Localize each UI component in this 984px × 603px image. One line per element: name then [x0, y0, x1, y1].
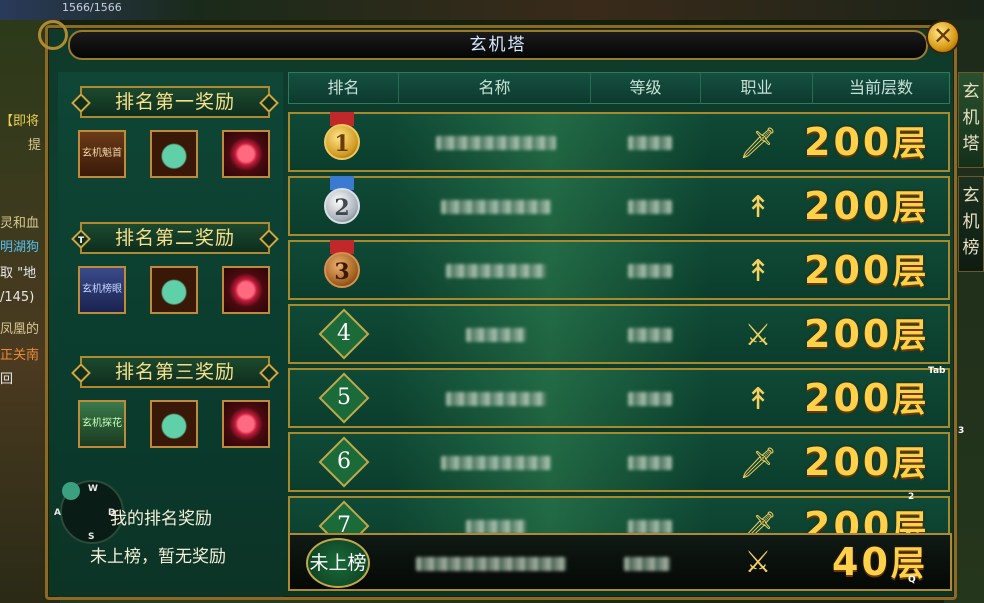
title-badge-icon[interactable]: 玄机榜眼: [78, 266, 126, 314]
hotkey-hint: Q: [908, 575, 916, 585]
reward-bag-icon[interactable]: [150, 400, 198, 448]
crossed-swords-icon: ⚔: [744, 318, 772, 353]
reward-title-first: 排名第一奖励: [80, 86, 270, 118]
floor-value: 200层: [804, 504, 930, 534]
player-level-blurred: [628, 456, 672, 470]
player-level-blurred: [628, 136, 672, 150]
hotkey-hint: T: [78, 236, 85, 246]
quest-line: 凤凰的: [0, 322, 40, 337]
top-hud: [0, 0, 984, 20]
rank-medal-icon: 3: [324, 252, 360, 288]
floor-value: 200层: [804, 120, 930, 164]
my-rank-badge: 未上榜: [306, 538, 370, 588]
player-level-blurred: [628, 328, 672, 342]
blade-icon: 🗡: [738, 126, 778, 161]
player-name-blurred: [466, 520, 526, 534]
window-title: 玄机塔: [68, 30, 928, 60]
player-level-blurred: [628, 392, 672, 406]
tab-xuanji-tower[interactable]: 玄机塔: [958, 72, 984, 168]
hp-readout: 1566/1566: [62, 1, 122, 14]
my-floor: 40层: [832, 540, 928, 584]
reward-bag-icon[interactable]: [150, 266, 198, 314]
rank-number: 4: [337, 321, 351, 346]
title-badge-icon[interactable]: 玄机魁首: [78, 130, 126, 178]
reward-title-second: 排名第二奖励: [80, 222, 270, 254]
floor-value: 200层: [804, 184, 930, 228]
col-name: 名称: [399, 73, 591, 103]
player-name-blurred: [441, 200, 551, 214]
tab-xuanji-ranking[interactable]: 玄机榜: [958, 176, 984, 272]
player-name-blurred: [441, 456, 551, 470]
col-floor: 当前层数: [848, 78, 913, 97]
reward-bag-icon[interactable]: [150, 130, 198, 178]
corner-ornament-icon: [38, 20, 68, 50]
tab-label: 玄机塔: [962, 82, 980, 154]
floor-value: 200层: [804, 440, 930, 484]
reward-panel: 排名第一奖励 玄机魁首 排名第二奖励 T 玄机榜眼 排名第三奖励 玄机探花 W …: [54, 72, 283, 597]
col-rank: 排名: [289, 73, 399, 103]
hotkey-hint: 3: [958, 426, 965, 436]
rank-number: 5: [337, 385, 351, 410]
table-row[interactable]: 1 🗡 200层: [288, 112, 950, 172]
quest-line: 灵和血: [0, 216, 40, 231]
chat-line: 【即将: [0, 114, 40, 129]
table-row[interactable]: 3 ↟ 200层: [288, 240, 950, 300]
xuanji-tower-window: 玄机塔 ✕ M 排名第一奖励 玄机魁首 排名第二奖励 T 玄机榜眼 排名第三奖励…: [38, 20, 960, 600]
red-gem-icon[interactable]: [222, 130, 270, 178]
player-level-blurred: [628, 520, 672, 534]
rank-medal-icon: 1: [324, 124, 360, 160]
table-row[interactable]: 5 ↟ 200层: [288, 368, 950, 428]
spear-icon: ↟: [745, 254, 771, 289]
my-ranking-row[interactable]: 未上榜 ⚔ 40层 Q: [288, 533, 952, 591]
rank-number: 7: [337, 513, 351, 534]
my-reward-status: 未上榜，暂无奖励: [90, 547, 226, 567]
ranking-table: 排名 名称 等级 职业 当前层数 1 🗡 200层 2 ↟ 200层 3 ↟ 200层 4 ⚔ 200…: [288, 72, 952, 534]
player-name-blurred: [466, 328, 526, 342]
player-level-blurred: [628, 200, 672, 214]
title-badge-icon[interactable]: 玄机探花: [78, 400, 126, 448]
floor-value: 200层: [804, 248, 930, 292]
player-name-blurred: [436, 136, 556, 150]
game-screen: 1566/1566 【即将 提 灵和血 明湖狗 取 "地 /145) 凤凰的 正…: [0, 0, 984, 603]
spear-icon: ↟: [745, 382, 771, 417]
floor-value: 200层: [804, 312, 930, 356]
table-row[interactable]: 6 🗡 200层: [288, 432, 950, 492]
floor-value: 200层: [804, 376, 930, 420]
quest-line: 回: [0, 372, 14, 387]
quest-line: 取 "地: [0, 266, 37, 281]
chat-line: 提: [28, 138, 42, 153]
reward-title-third: 排名第三奖励: [80, 356, 270, 388]
hotkey-hint: Tab: [928, 366, 946, 376]
blade-icon: 🗡: [738, 510, 778, 534]
table-row[interactable]: 4 ⚔ 200层: [288, 304, 950, 364]
col-job: 职业: [701, 73, 813, 103]
my-level-blurred: [624, 557, 670, 571]
rank-medal-icon: 2: [324, 188, 360, 224]
tab-label: 玄机榜: [962, 186, 980, 258]
red-gem-icon[interactable]: [222, 400, 270, 448]
red-gem-icon[interactable]: [222, 266, 270, 314]
table-row[interactable]: 7 🗡 200层: [288, 496, 950, 534]
quest-line: 明湖狗: [0, 240, 40, 255]
rank-number: 6: [337, 449, 351, 474]
player-name-blurred: [446, 392, 546, 406]
close-icon[interactable]: ✕: [926, 20, 960, 54]
blade-icon: ⚔: [744, 545, 772, 580]
hotkey-hint: 2: [908, 492, 915, 502]
table-row[interactable]: 2 ↟ 200层: [288, 176, 950, 236]
my-reward-label: 我的排名奖励: [110, 509, 212, 529]
blade-icon: 🗡: [738, 446, 778, 481]
player-name-blurred: [446, 264, 546, 278]
player-level-blurred: [628, 264, 672, 278]
quest-line: 正关南: [0, 348, 40, 363]
table-header: 排名 名称 等级 职业 当前层数: [288, 72, 950, 104]
my-name-blurred: [416, 557, 566, 571]
spear-icon: ↟: [745, 190, 771, 225]
col-level: 等级: [591, 73, 701, 103]
quest-line: /145): [0, 290, 35, 305]
